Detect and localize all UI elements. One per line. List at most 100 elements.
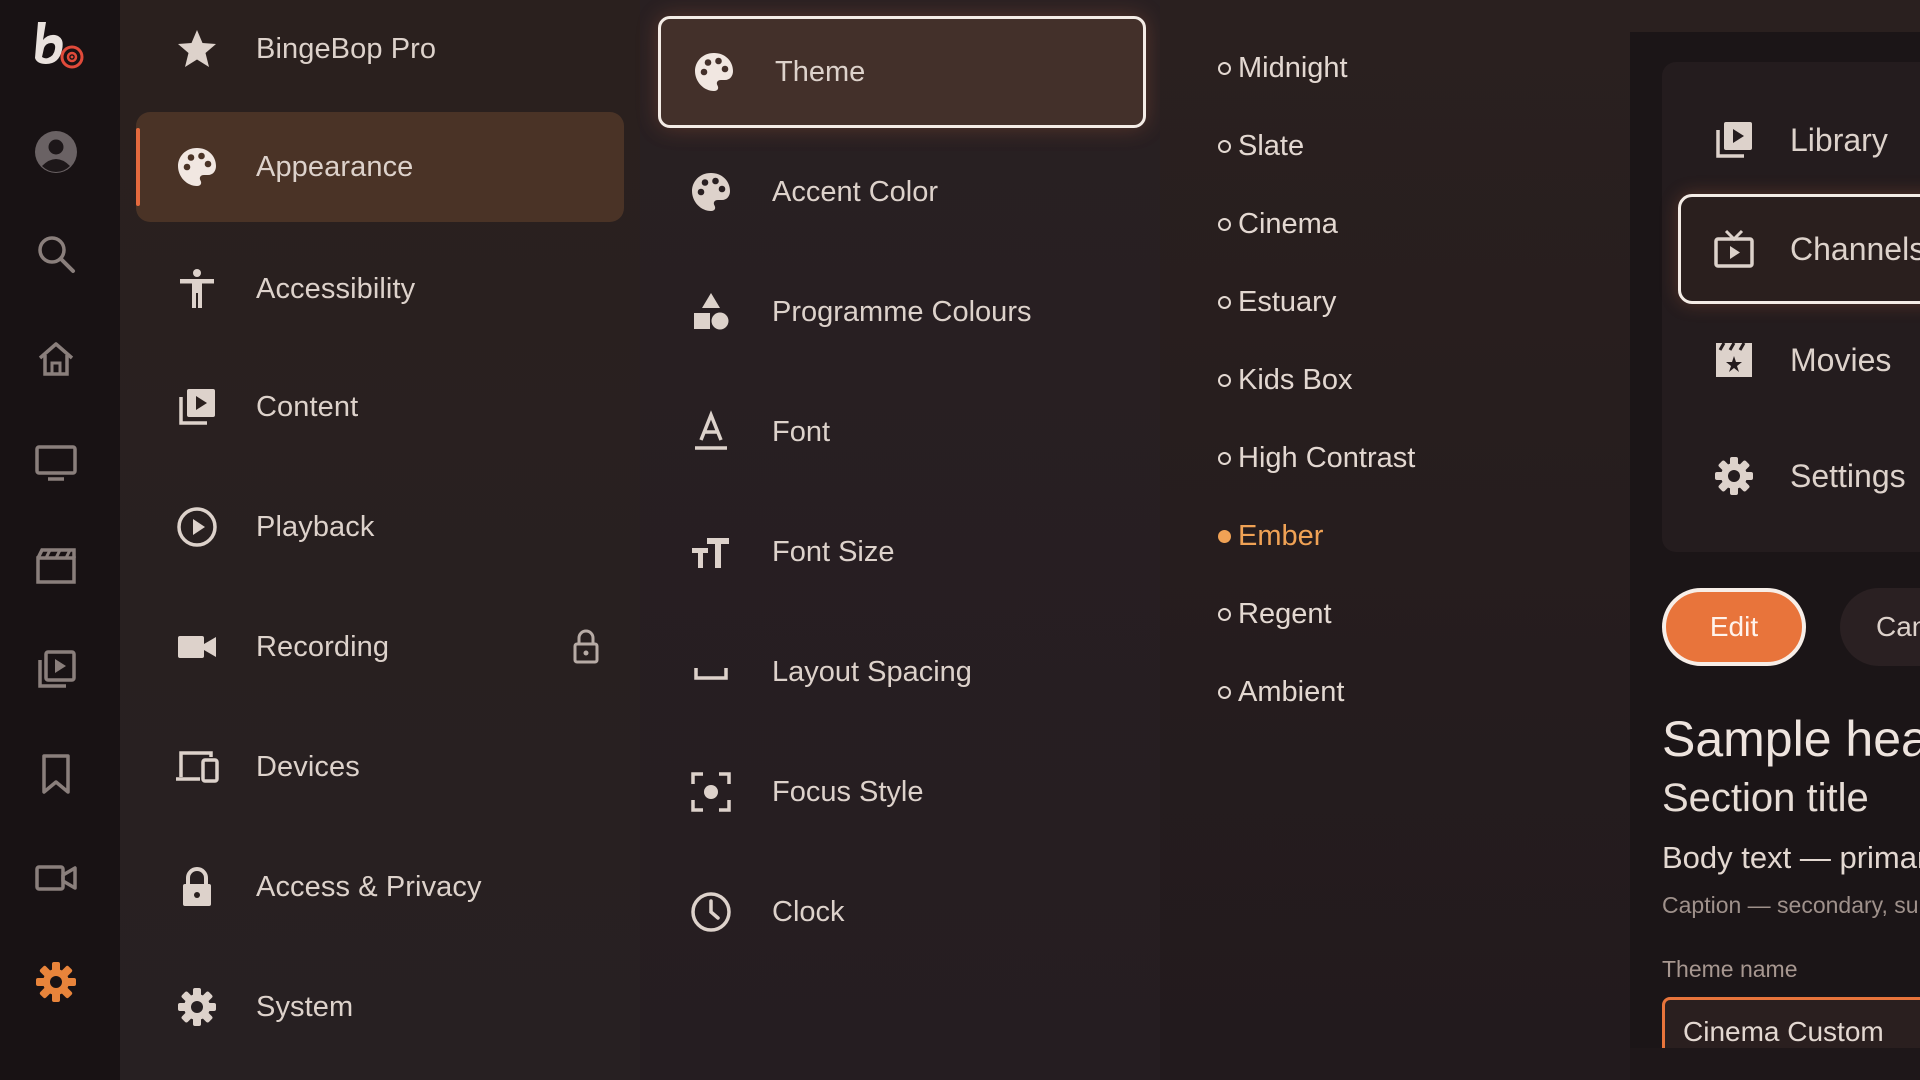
radio-indicator bbox=[1218, 451, 1231, 465]
submenu-item-focus-style[interactable]: Focus Style bbox=[658, 736, 1146, 848]
play-circle-icon bbox=[170, 500, 224, 554]
radio-indicator bbox=[1218, 217, 1231, 231]
submenu-item-label: Theme bbox=[775, 55, 866, 88]
submenu-item-layout-spacing[interactable]: Layout Spacing bbox=[658, 616, 1146, 728]
menu-item-content[interactable]: Content bbox=[136, 352, 624, 462]
menu-item-label: System bbox=[256, 990, 354, 1023]
preview-nav-movies: Movies bbox=[1662, 305, 1920, 415]
menu-item-access-privacy[interactable]: Access & Privacy bbox=[136, 832, 624, 942]
theme-preview: Library Channels Movies Settings Edit Ca… bbox=[1630, 32, 1920, 1048]
theme-option-label: Regent bbox=[1238, 597, 1332, 630]
movies-icon[interactable] bbox=[30, 540, 82, 592]
library-icon[interactable] bbox=[30, 644, 82, 696]
submenu-item-font[interactable]: Font bbox=[658, 376, 1146, 488]
palette-icon bbox=[170, 140, 224, 194]
menu-item-label: Content bbox=[256, 390, 359, 423]
library-icon bbox=[1710, 116, 1758, 164]
menu-item-bingebop-pro[interactable]: BingeBop Pro bbox=[136, 0, 624, 104]
clock-icon bbox=[684, 885, 738, 939]
radio-indicator bbox=[1218, 61, 1231, 75]
gear-icon bbox=[170, 980, 224, 1034]
menu-item-playback[interactable]: Playback bbox=[136, 472, 624, 582]
palette-icon bbox=[684, 165, 738, 219]
font-size-icon bbox=[684, 525, 738, 579]
submenu-item-accent-color[interactable]: Accent Color bbox=[658, 136, 1146, 248]
appearance-menu: Theme Accent Color Programme Colours Fon… bbox=[640, 0, 1160, 1080]
submenu-item-label: Focus Style bbox=[772, 775, 924, 808]
radio-indicator bbox=[1218, 295, 1231, 309]
menu-item-label: Appearance bbox=[256, 150, 414, 183]
preview-nav-settings: Settings bbox=[1662, 421, 1920, 531]
settings-menu: BingeBop Pro Appearance Accessibility Co… bbox=[120, 0, 640, 1080]
theme-option-label: Cinema bbox=[1238, 207, 1338, 240]
submenu-item-programme-colours[interactable]: Programme Colours bbox=[658, 256, 1146, 368]
submenu-item-clock[interactable]: Clock bbox=[658, 856, 1146, 968]
search-icon[interactable] bbox=[30, 228, 82, 280]
theme-option-regent[interactable]: Regent bbox=[1218, 592, 1332, 636]
menu-item-accessibility[interactable]: Accessibility bbox=[136, 234, 624, 344]
submenu-item-label: Accent Color bbox=[772, 175, 939, 208]
focus-icon bbox=[684, 765, 738, 819]
settings-icon[interactable] bbox=[30, 956, 82, 1008]
theme-option-label: Estuary bbox=[1238, 285, 1337, 318]
app-root: BingeBop Pro Appearance Accessibility Co… bbox=[0, 0, 1920, 1080]
submenu-item-label: Font Size bbox=[772, 535, 895, 568]
content-library-icon bbox=[170, 380, 224, 434]
submenu-item-label: Programme Colours bbox=[772, 295, 1032, 328]
lock-icon bbox=[170, 860, 224, 914]
theme-option-cinema[interactable]: Cinema bbox=[1218, 202, 1338, 246]
theme-option-midnight[interactable]: Midnight bbox=[1218, 46, 1348, 90]
menu-item-appearance[interactable]: Appearance bbox=[136, 112, 624, 222]
submenu-item-label: Font bbox=[772, 415, 831, 448]
submenu-item-label: Clock bbox=[772, 895, 845, 928]
submenu-item-theme[interactable]: Theme bbox=[658, 16, 1146, 128]
theme-option-ambient[interactable]: Ambient bbox=[1218, 670, 1344, 714]
home-icon[interactable] bbox=[30, 332, 82, 384]
theme-option-slate[interactable]: Slate bbox=[1218, 124, 1304, 168]
submenu-item-font-size[interactable]: Font Size bbox=[658, 496, 1146, 608]
recordings-icon[interactable] bbox=[30, 852, 82, 904]
star-icon bbox=[170, 22, 224, 76]
radio-indicator bbox=[1218, 607, 1231, 621]
theme-options: Midnight Slate Cinema Estuary Kids Box H… bbox=[1160, 0, 1630, 1080]
theme-option-estuary[interactable]: Estuary bbox=[1218, 280, 1336, 324]
bingebop-logo bbox=[32, 20, 96, 82]
theme-option-ember[interactable]: Ember bbox=[1218, 514, 1323, 558]
radio-indicator bbox=[1218, 529, 1231, 543]
lock-icon bbox=[570, 627, 602, 667]
radio-indicator bbox=[1218, 373, 1231, 387]
nav-rail bbox=[0, 0, 120, 1080]
menu-item-label: Accessibility bbox=[256, 272, 416, 305]
devices-icon bbox=[170, 740, 224, 794]
menu-item-recording[interactable]: Recording bbox=[136, 592, 624, 702]
camera-icon bbox=[170, 620, 224, 674]
tv-play-icon bbox=[1710, 225, 1758, 273]
shapes-icon bbox=[684, 285, 738, 339]
preview-nav-label: Library bbox=[1790, 121, 1888, 158]
profile-icon[interactable] bbox=[30, 126, 82, 178]
palette-icon bbox=[687, 45, 741, 99]
menu-item-system[interactable]: System bbox=[136, 952, 624, 1062]
radio-indicator bbox=[1218, 139, 1231, 153]
theme-option-label: Ember bbox=[1238, 519, 1324, 552]
preview-cancel-button: Cancel bbox=[1840, 588, 1920, 666]
theme-option-label: Ambient bbox=[1238, 675, 1345, 708]
radio-indicator bbox=[1218, 685, 1231, 699]
preview-nav-label: Settings bbox=[1790, 457, 1906, 494]
bookmark-icon[interactable] bbox=[30, 748, 82, 800]
preview-input-label: Theme name bbox=[1662, 956, 1798, 982]
menu-item-devices[interactable]: Devices bbox=[136, 712, 624, 822]
menu-item-label: BingeBop Pro bbox=[256, 32, 437, 65]
theme-option-label: Midnight bbox=[1238, 51, 1348, 84]
theme-option-label: Slate bbox=[1238, 129, 1305, 162]
menu-item-label: Devices bbox=[256, 750, 360, 783]
theme-option-high-contrast[interactable]: High Contrast bbox=[1218, 436, 1415, 480]
gear-icon bbox=[1710, 452, 1758, 500]
preview-nav-label: Movies bbox=[1790, 341, 1892, 378]
submenu-item-label: Layout Spacing bbox=[772, 655, 972, 688]
tv-icon[interactable] bbox=[30, 436, 82, 488]
preview-body-text: Body text — primary bbox=[1662, 840, 1920, 875]
preview-nav-library: Library bbox=[1662, 85, 1920, 195]
theme-option-label: High Contrast bbox=[1238, 441, 1416, 474]
theme-option-kids-box[interactable]: Kids Box bbox=[1218, 358, 1352, 402]
